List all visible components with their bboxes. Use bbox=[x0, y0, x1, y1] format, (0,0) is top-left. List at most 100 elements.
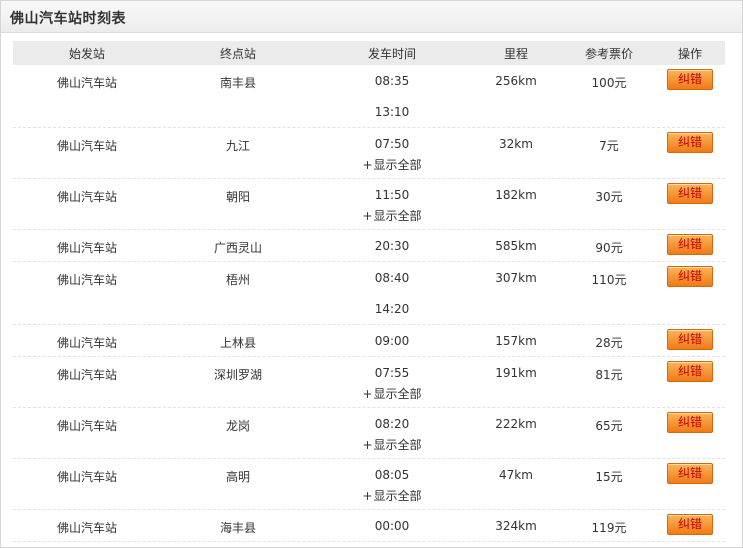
distance-cell: 324km bbox=[495, 519, 537, 533]
table-header: 始发站 终点站 发车时间 里程 参考票价 操作 bbox=[13, 41, 725, 65]
action-cell: 纠错 bbox=[655, 514, 725, 535]
show-all-label: 显示全部 bbox=[373, 158, 422, 172]
price-cell: 81元 bbox=[595, 368, 623, 382]
action-cell: 纠错 bbox=[655, 69, 725, 90]
departure-time: 09:00 bbox=[374, 334, 410, 348]
price-cell: 28元 bbox=[595, 336, 623, 350]
table-row: 佛山汽车站 龙岗 08:20 +显示全部 222km 65元 纠错 bbox=[13, 408, 725, 459]
destination-cell: 高明 bbox=[225, 470, 250, 484]
origin-cell: 佛山汽车站 bbox=[56, 139, 117, 153]
table-row: 佛山汽车站 深圳罗湖 07:55 +显示全部 191km 81元 纠错 bbox=[13, 357, 725, 408]
price-cell: 15元 bbox=[595, 470, 623, 484]
show-all-link[interactable]: +显示全部 bbox=[315, 487, 469, 504]
destination-cell: 海丰县 bbox=[219, 521, 256, 535]
table-row: 佛山汽车站 朝阳 11:50 +显示全部 182km 30元 纠错 bbox=[13, 179, 725, 230]
report-error-button[interactable]: 纠错 bbox=[667, 329, 713, 350]
departure-time: 20:30 bbox=[374, 239, 410, 253]
distance-cell: 256km bbox=[495, 74, 537, 88]
price-cell: 100元 bbox=[591, 76, 627, 90]
distance-cell: 307km bbox=[495, 271, 537, 285]
page-title: 佛山汽车站时刻表 bbox=[10, 11, 126, 27]
column-header-destination: 终点站 bbox=[219, 46, 256, 61]
show-all-link[interactable]: +显示全部 bbox=[315, 207, 469, 224]
panel-header: 佛山汽车站时刻表 bbox=[1, 1, 742, 33]
departure-time-cell: 07:55 +显示全部 bbox=[315, 366, 469, 402]
origin-cell: 佛山汽车站 bbox=[56, 368, 117, 382]
departure-time: 13:10 bbox=[374, 105, 410, 119]
show-all-link[interactable]: +显示全部 bbox=[315, 156, 469, 173]
report-error-button[interactable]: 纠错 bbox=[667, 412, 713, 433]
departure-time: 08:40 bbox=[374, 271, 410, 285]
price-cell: 7元 bbox=[599, 139, 619, 153]
table-row: 佛山汽车站 梧州 08:40 14:20 307km 110元 纠错 bbox=[13, 262, 725, 325]
origin-cell: 佛山汽车站 bbox=[56, 241, 117, 255]
show-all-link[interactable]: +显示全部 bbox=[315, 385, 469, 402]
column-header-price: 参考票价 bbox=[584, 46, 633, 61]
report-error-button[interactable]: 纠错 bbox=[667, 514, 713, 535]
departure-time: 07:55 bbox=[374, 366, 410, 380]
action-cell: 纠错 bbox=[655, 329, 725, 350]
destination-cell: 朝阳 bbox=[225, 190, 250, 204]
report-error-button[interactable]: 纠错 bbox=[667, 463, 713, 484]
show-all-label: 显示全部 bbox=[373, 438, 422, 452]
distance-cell: 585km bbox=[495, 239, 537, 253]
report-error-button[interactable]: 纠错 bbox=[667, 183, 713, 204]
origin-cell: 佛山汽车站 bbox=[56, 470, 117, 484]
show-all-label: 显示全部 bbox=[373, 209, 422, 223]
price-cell: 90元 bbox=[595, 241, 623, 255]
action-cell: 纠错 bbox=[655, 463, 725, 484]
column-header-origin: 始发站 bbox=[68, 46, 105, 61]
table-row: 佛山汽车站 海丰县 00:00 324km 119元 纠错 bbox=[13, 510, 725, 542]
origin-cell: 佛山汽车站 bbox=[56, 273, 117, 287]
action-cell: 纠错 bbox=[655, 183, 725, 204]
action-cell: 纠错 bbox=[655, 132, 725, 153]
destination-cell: 南丰县 bbox=[219, 76, 256, 90]
departure-time-cell: 08:40 14:20 bbox=[315, 271, 469, 321]
table-row: 佛山汽车站 广西灵山 20:30 585km 90元 纠错 bbox=[13, 230, 725, 262]
destination-cell: 九江 bbox=[225, 139, 250, 153]
departure-time-cell: 08:35 13:10 bbox=[315, 74, 469, 124]
departure-time-cell: 08:05 +显示全部 bbox=[315, 468, 469, 504]
departure-time: 11:50 bbox=[374, 188, 410, 202]
table-row: 佛山汽车站 南丰县 08:35 13:10 256km 100元 纠错 bbox=[13, 65, 725, 128]
table-row: 佛山汽车站 九江 07:50 +显示全部 32km 7元 纠错 bbox=[13, 128, 725, 179]
action-cell: 纠错 bbox=[655, 361, 725, 382]
destination-cell: 龙岗 bbox=[225, 419, 250, 433]
origin-cell: 佛山汽车站 bbox=[56, 336, 117, 350]
column-header-action: 操作 bbox=[677, 46, 702, 61]
plus-icon: + bbox=[362, 387, 373, 401]
destination-cell: 上林县 bbox=[219, 336, 256, 350]
show-all-label: 显示全部 bbox=[373, 387, 422, 401]
distance-cell: 47km bbox=[499, 468, 533, 482]
plus-icon: + bbox=[362, 489, 373, 503]
show-all-label: 显示全部 bbox=[373, 489, 422, 503]
table-row: 佛山汽车站 上林县 09:00 157km 28元 纠错 bbox=[13, 325, 725, 357]
departure-time-cell: 20:30 bbox=[315, 239, 469, 258]
departure-time: 08:05 bbox=[374, 468, 410, 482]
departure-time: 14:20 bbox=[374, 302, 410, 316]
table-body: 佛山汽车站 南丰县 08:35 13:10 256km 100元 纠错 佛山汽车站 九江 07:5… bbox=[13, 65, 725, 542]
departure-time-cell: 11:50 +显示全部 bbox=[315, 188, 469, 224]
departure-time-cell: 09:00 bbox=[315, 334, 469, 353]
show-all-link[interactable]: +显示全部 bbox=[315, 436, 469, 453]
report-error-button[interactable]: 纠错 bbox=[667, 132, 713, 153]
price-cell: 65元 bbox=[595, 419, 623, 433]
departure-time: 08:20 bbox=[374, 417, 410, 431]
report-error-button[interactable]: 纠错 bbox=[667, 69, 713, 90]
origin-cell: 佛山汽车站 bbox=[56, 419, 117, 433]
action-cell: 纠错 bbox=[655, 266, 725, 287]
distance-cell: 157km bbox=[495, 334, 537, 348]
origin-cell: 佛山汽车站 bbox=[56, 521, 117, 535]
destination-cell: 广西灵山 bbox=[213, 241, 262, 255]
report-error-button[interactable]: 纠错 bbox=[667, 266, 713, 287]
distance-cell: 222km bbox=[495, 417, 537, 431]
departure-time: 07:50 bbox=[374, 137, 410, 151]
timetable: 始发站 终点站 发车时间 里程 参考票价 操作 佛山汽车站 南丰县 08:35 13:… bbox=[13, 41, 725, 542]
report-error-button[interactable]: 纠错 bbox=[667, 234, 713, 255]
price-cell: 30元 bbox=[595, 190, 623, 204]
distance-cell: 182km bbox=[495, 188, 537, 202]
plus-icon: + bbox=[362, 158, 373, 172]
report-error-button[interactable]: 纠错 bbox=[667, 361, 713, 382]
table-row: 佛山汽车站 高明 08:05 +显示全部 47km 15元 纠错 bbox=[13, 459, 725, 510]
departure-time-cell: 07:50 +显示全部 bbox=[315, 137, 469, 173]
